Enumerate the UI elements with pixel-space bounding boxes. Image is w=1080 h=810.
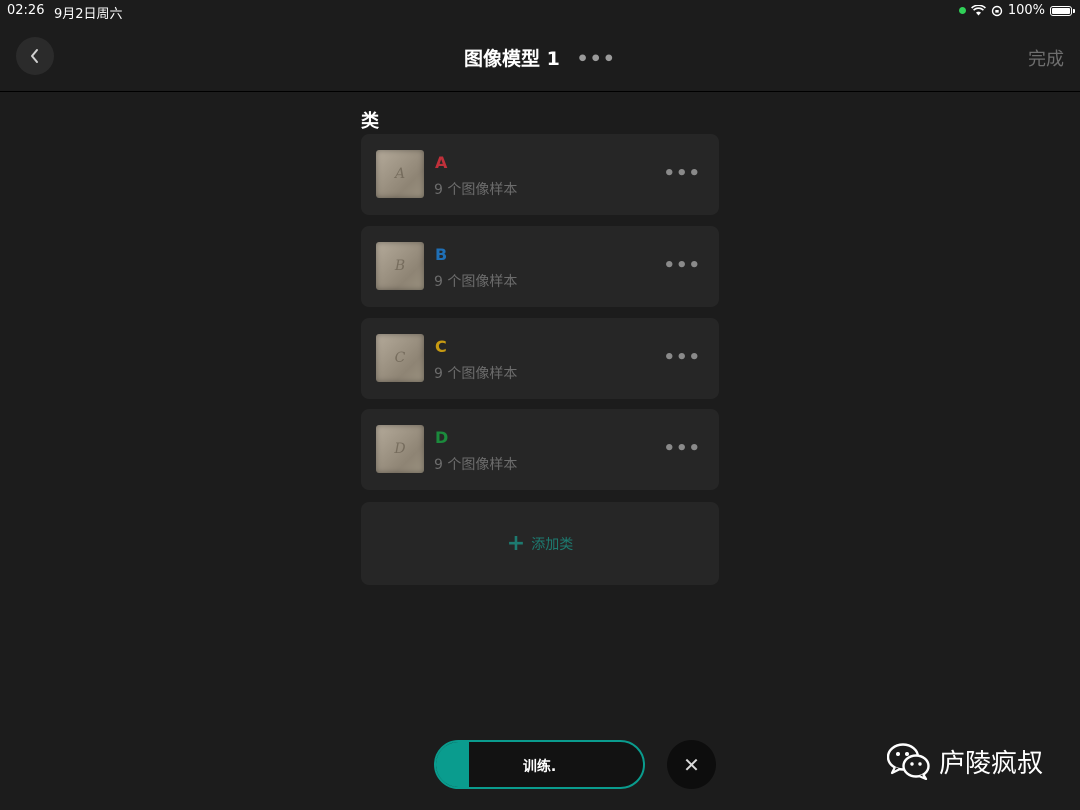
class-name: D	[435, 428, 449, 447]
class-thumbnail: B	[376, 242, 424, 290]
more-options-icon[interactable]: •••	[663, 163, 701, 184]
sample-count: 9 个图像样本	[434, 182, 518, 198]
close-icon: ✕	[683, 752, 700, 777]
more-options-icon[interactable]: •••	[663, 438, 701, 459]
status-date: 9月2日周六	[54, 7, 123, 22]
watermark: 庐陵疯叔	[887, 742, 1043, 780]
class-card-c[interactable]: C C 9 个图像样本 •••	[361, 318, 719, 399]
more-options-icon[interactable]: •••	[663, 255, 701, 276]
nav-bar: 图像模型 1 ••• 完成	[0, 22, 1080, 92]
class-card-d[interactable]: D D 9 个图像样本 •••	[361, 409, 719, 490]
sample-count: 9 个图像样本	[434, 366, 518, 382]
class-thumbnail: C	[376, 334, 424, 382]
class-card-b[interactable]: B B 9 个图像样本 •••	[361, 226, 719, 307]
sample-count: 9 个图像样本	[434, 274, 518, 290]
class-name: C	[435, 337, 447, 356]
close-button[interactable]: ✕	[667, 740, 716, 789]
wechat-icon	[887, 743, 930, 780]
orientation-lock-icon	[991, 5, 1003, 16]
nav-title-group: 图像模型 1 •••	[0, 44, 1080, 71]
class-name: A	[435, 153, 448, 172]
status-time: 02:26	[7, 3, 45, 18]
train-label: 训练.	[522, 759, 557, 775]
page-title: 图像模型 1	[464, 48, 560, 70]
section-label: 类	[361, 111, 379, 132]
class-thumbnail: D	[376, 425, 424, 473]
plus-icon: +	[506, 530, 526, 556]
title-more-icon[interactable]: •••	[577, 48, 616, 70]
watermark-text: 庐陵疯叔	[939, 748, 1044, 779]
add-class-label: 添加类	[531, 536, 574, 553]
battery-icon	[1050, 5, 1075, 16]
add-class-button[interactable]: + 添加类	[361, 502, 719, 585]
wifi-icon	[970, 5, 986, 16]
done-button[interactable]: 完成	[1028, 45, 1064, 71]
class-card-a[interactable]: A A 9 个图像样本 •••	[361, 134, 719, 215]
status-right: 100%	[958, 3, 1075, 18]
class-thumbnail: A	[376, 150, 424, 198]
train-button[interactable]: 训练.	[434, 740, 645, 789]
camera-indicator-icon	[958, 7, 966, 14]
status-bar: 02:26 9月2日周六 100%	[0, 0, 1080, 22]
class-name: B	[435, 245, 448, 264]
more-options-icon[interactable]: •••	[663, 347, 701, 368]
sample-count: 9 个图像样本	[434, 457, 518, 473]
battery-percent: 100%	[1007, 3, 1045, 18]
